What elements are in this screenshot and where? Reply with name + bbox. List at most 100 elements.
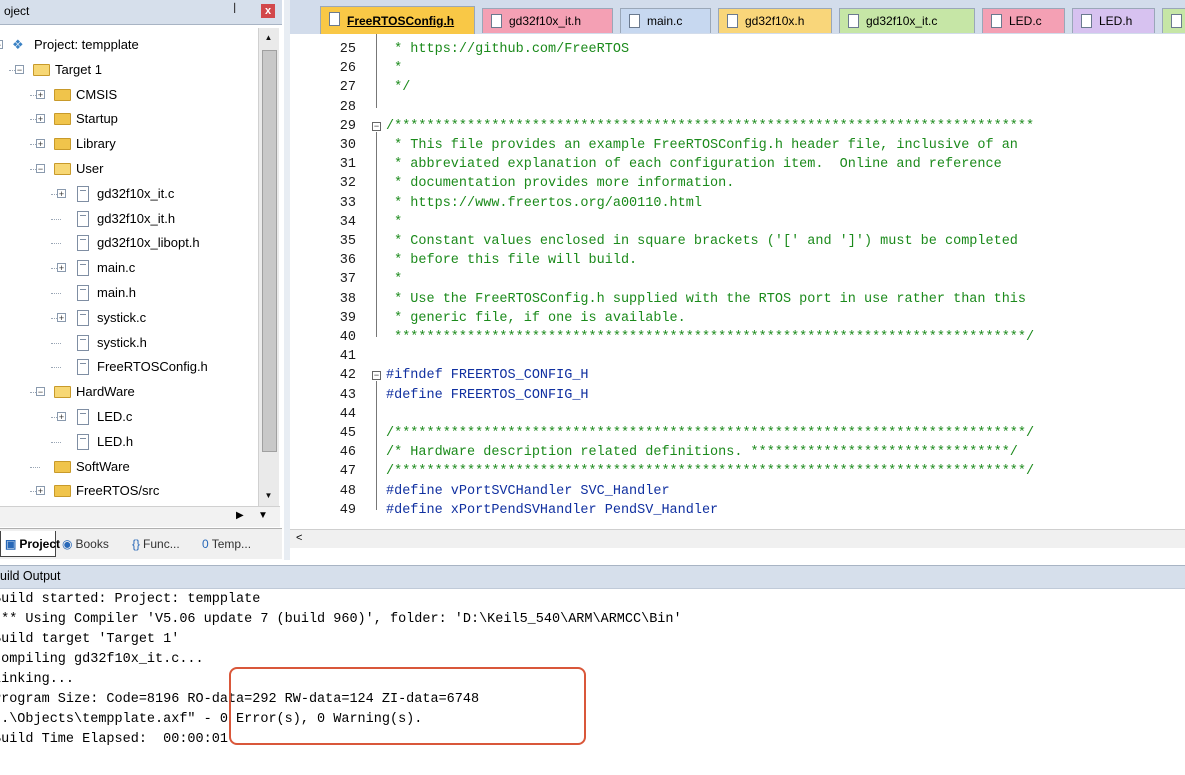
code-line[interactable]: * https://github.com/FreeRTOS bbox=[386, 40, 629, 59]
line-number: 49 bbox=[339, 502, 356, 518]
collapse-icon[interactable]: − bbox=[36, 164, 45, 174]
tree-item[interactable]: + Library bbox=[0, 133, 256, 155]
tree-item-label: gd32f10x_it.h bbox=[97, 210, 176, 226]
code-line[interactable]: /***************************************… bbox=[386, 462, 1034, 481]
code-line[interactable]: * abbreviated explanation of each config… bbox=[386, 155, 1002, 174]
line-number: 34 bbox=[339, 214, 356, 230]
functions-icon: {} bbox=[132, 537, 141, 551]
code-editor[interactable]: 25 26 27 28 29 30 31 32 33 34 35 36 37 38 39 40 41 42 43 44… bbox=[290, 34, 1185, 529]
editor-tab[interactable]: main.c bbox=[620, 8, 711, 33]
code-line[interactable]: */ bbox=[386, 78, 410, 97]
code-line[interactable]: /***************************************… bbox=[386, 424, 1034, 443]
editor-tab[interactable]: gd32f10x_it.c bbox=[839, 8, 975, 33]
build-output-log[interactable]: Build started: Project: tempplate *** Usi… bbox=[0, 589, 1185, 775]
code-line[interactable]: * This file provides an example FreeRTOS… bbox=[386, 136, 1018, 155]
line-number: 43 bbox=[339, 387, 356, 403]
tree-item[interactable]: gd32f10x_it.h bbox=[0, 208, 256, 230]
code-line[interactable]: * bbox=[386, 59, 402, 78]
tree-item[interactable]: gd32f10x_libopt.h bbox=[0, 232, 256, 254]
panel-tab-temp[interactable]: 0 Temp... bbox=[198, 531, 274, 557]
code-line[interactable]: * https://www.freertos.org/a00110.html bbox=[386, 194, 702, 213]
code-line[interactable]: * before this file will build. bbox=[386, 251, 637, 270]
editor-tab[interactable]: gd32f10x_it.h bbox=[482, 8, 613, 33]
code-line[interactable]: #define xPortPendSVHandler PendSV_Handle… bbox=[386, 501, 718, 520]
editor-tab-partial[interactable] bbox=[1162, 8, 1185, 33]
scroll-up-icon[interactable]: ▲ bbox=[261, 30, 276, 45]
scrollbar-thumb[interactable] bbox=[262, 50, 277, 452]
code-line[interactable]: #define FREERTOS_CONFIG_H bbox=[386, 386, 589, 405]
code-line[interactable]: #ifndef FREERTOS_CONFIG_H bbox=[386, 366, 589, 385]
tree-item[interactable]: + LED.c bbox=[0, 406, 256, 428]
panel-tab-label: Func... bbox=[143, 537, 180, 551]
scroll-right-icon[interactable]: ▶ bbox=[236, 510, 244, 521]
tree-item[interactable]: LED.h bbox=[0, 431, 256, 453]
pin-icon[interactable]: ꟾ bbox=[233, 3, 236, 16]
panel-tab-func[interactable]: {} Func... bbox=[128, 531, 196, 557]
tree-item[interactable]: FreeRTOSConfig.h bbox=[0, 356, 256, 378]
project-panel: oject ꟾ x −❖Project: tempplate−Target 1+… bbox=[0, 0, 285, 560]
expand-icon[interactable]: + bbox=[57, 412, 66, 422]
code-line[interactable]: /* Hardware description related definiti… bbox=[386, 443, 1018, 462]
editor-horizontal-scrollbar[interactable]: < bbox=[290, 529, 1185, 548]
tree-item[interactable]: −❖ Project: tempplate bbox=[0, 34, 256, 56]
code-line[interactable]: * Use the FreeRTOSConfig.h supplied with… bbox=[386, 290, 1026, 309]
line-number: 40 bbox=[339, 330, 356, 345]
code-line[interactable]: * documentation provides more informatio… bbox=[386, 174, 734, 193]
line-number: 39 bbox=[339, 310, 356, 326]
scroll-down-icon[interactable]: ▼ bbox=[261, 488, 276, 503]
build-output-line: compiling gd32f10x_it.c... bbox=[0, 652, 204, 667]
fold-collapse-icon[interactable]: − bbox=[372, 371, 381, 381]
collapse-icon[interactable]: − bbox=[0, 40, 3, 50]
panel-tab-project[interactable]: ▣ Project bbox=[0, 531, 60, 557]
expand-icon[interactable]: + bbox=[36, 114, 45, 124]
code-line[interactable]: #define vPortSVCHandler SVC_Handler bbox=[386, 482, 670, 501]
expand-icon[interactable]: + bbox=[57, 263, 66, 273]
editor-tab[interactable]: LED.h bbox=[1072, 8, 1155, 33]
collapse-icon[interactable]: − bbox=[36, 387, 45, 397]
tree-vertical-scrollbar[interactable]: ▲ ▼ bbox=[258, 28, 279, 506]
tree-item[interactable]: SoftWare bbox=[0, 456, 256, 478]
code-line[interactable]: * bbox=[386, 270, 402, 289]
editor-tab[interactable]: LED.c bbox=[982, 8, 1065, 33]
tree-item[interactable]: + gd32f10x_it.c bbox=[0, 183, 256, 205]
editor-tab-label: gd32f10x_it.c bbox=[866, 14, 938, 28]
editor-tab[interactable]: gd32f10x.h bbox=[718, 8, 832, 33]
tree-item[interactable]: + systick.c bbox=[0, 307, 256, 329]
file-icon bbox=[991, 14, 1002, 28]
code-line[interactable]: * bbox=[386, 213, 402, 232]
tree-line bbox=[30, 466, 40, 468]
expand-icon[interactable]: + bbox=[36, 486, 45, 496]
panel-tab-books[interactable]: ◉ Books bbox=[58, 531, 126, 557]
tree-item[interactable]: + main.c bbox=[0, 257, 256, 279]
tree-item[interactable]: systick.h bbox=[0, 332, 256, 354]
file-icon bbox=[491, 14, 502, 28]
tree-item[interactable]: main.h bbox=[0, 282, 256, 304]
code-line[interactable]: * generic file, if one is available. bbox=[386, 309, 686, 328]
tree-item-label: gd32f10x_libopt.h bbox=[97, 235, 200, 251]
project-icon: ❖ bbox=[12, 37, 24, 52]
tree-item[interactable]: − Target 1 bbox=[0, 59, 256, 81]
collapse-icon[interactable]: − bbox=[15, 64, 24, 74]
highlight-annotation bbox=[229, 667, 586, 745]
tree-item[interactable]: − User bbox=[0, 158, 256, 180]
tree-horizontal-scrollbar[interactable]: ▶ ▼ bbox=[0, 506, 280, 527]
tree-item[interactable]: − HardWare bbox=[0, 381, 256, 403]
panel-tab-label: Books bbox=[75, 537, 109, 551]
code-line[interactable]: ****************************************… bbox=[386, 328, 1034, 347]
line-number: 26 bbox=[339, 61, 356, 77]
fold-collapse-icon[interactable]: − bbox=[372, 121, 381, 131]
expand-icon[interactable]: + bbox=[36, 89, 45, 99]
line-number: 41 bbox=[339, 349, 356, 365]
scroll-left-icon[interactable]: < bbox=[296, 532, 302, 544]
expand-icon[interactable]: + bbox=[57, 312, 66, 322]
tree-item[interactable]: + FreeRTOS/src bbox=[0, 480, 256, 502]
code-line[interactable]: /***************************************… bbox=[386, 117, 1034, 136]
expand-icon[interactable]: + bbox=[57, 188, 66, 198]
close-icon[interactable]: x bbox=[261, 4, 275, 18]
tree-item[interactable]: + CMSIS bbox=[0, 84, 256, 106]
expand-icon[interactable]: + bbox=[36, 139, 45, 149]
code-line[interactable]: * Constant values enclosed in square bra… bbox=[386, 232, 1018, 251]
tree-item[interactable]: + Startup bbox=[0, 108, 256, 130]
scroll-down-icon[interactable]: ▼ bbox=[258, 510, 268, 521]
editor-tab[interactable]: FreeRTOSConfig.h bbox=[320, 6, 475, 34]
